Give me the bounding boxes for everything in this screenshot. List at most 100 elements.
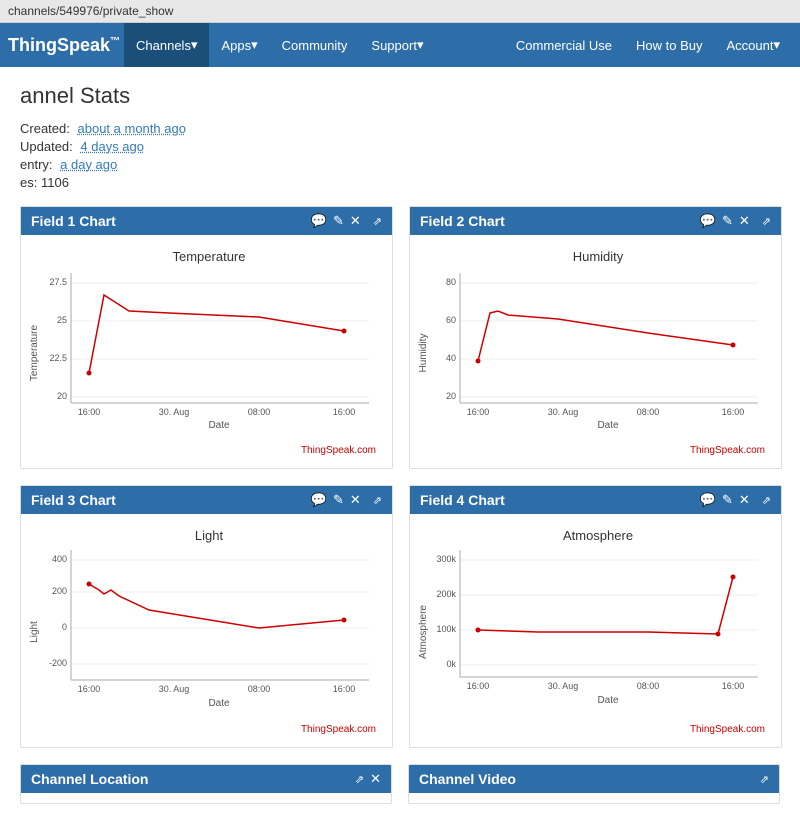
field2-chart-title: Field 2 Chart bbox=[420, 213, 505, 229]
channel-location-title: Channel Location bbox=[31, 771, 148, 787]
field4-expand-icon[interactable]: ⇗ bbox=[762, 494, 771, 507]
channel-location-expand-icon[interactable]: ⇗ bbox=[355, 773, 364, 786]
field2-comment-icon[interactable]: 💬 bbox=[700, 213, 716, 229]
brand-logo[interactable]: ThingSpeak™ bbox=[8, 35, 120, 56]
svg-text:16:00: 16:00 bbox=[467, 681, 490, 691]
field1-chart-body: Temperature Temperature 27.5 25 22.5 20 bbox=[21, 235, 392, 468]
channel-video-card: Channel Video ⇗ bbox=[408, 764, 780, 804]
channel-video-expand-icon[interactable]: ⇗ bbox=[760, 773, 769, 786]
svg-text:20: 20 bbox=[446, 391, 456, 401]
svg-text:20: 20 bbox=[57, 391, 67, 401]
stat-entries-value: 1106 bbox=[41, 175, 69, 190]
svg-text:16:00: 16:00 bbox=[78, 407, 101, 417]
stat-updated-value[interactable]: 4 days ago bbox=[80, 139, 144, 154]
apps-dropdown-icon: ▾ bbox=[251, 37, 258, 53]
svg-text:30. Aug: 30. Aug bbox=[548, 407, 579, 417]
svg-text:Humidity: Humidity bbox=[418, 334, 429, 373]
channel-video-actions: ⇗ bbox=[760, 773, 769, 786]
page-title: annel Stats bbox=[20, 83, 780, 109]
field4-chart-actions: 💬 ✎ ✕ ⇗ bbox=[700, 492, 771, 508]
field4-chart-title: Field 4 Chart bbox=[420, 492, 505, 508]
nav-apps[interactable]: Apps ▾ bbox=[209, 23, 269, 67]
nav-how-to-buy[interactable]: How to Buy bbox=[624, 23, 714, 67]
nav-channels[interactable]: Channels ▾ bbox=[124, 23, 209, 67]
field3-comment-icon[interactable]: 💬 bbox=[311, 492, 327, 508]
svg-text:08:00: 08:00 bbox=[637, 681, 660, 691]
bottom-cards-grid: Channel Location ⇗ ✕ Channel Video ⇗ bbox=[20, 764, 780, 804]
svg-text:Light: Light bbox=[29, 621, 40, 643]
field1-chart-actions: 💬 ✎ ✕ ⇗ bbox=[311, 213, 382, 229]
navbar-right: Commercial Use How to Buy Account ▾ bbox=[504, 23, 792, 67]
stat-entries: es: 1106 bbox=[20, 175, 780, 190]
field2-chart-actions: 💬 ✎ ✕ ⇗ bbox=[700, 213, 771, 229]
svg-text:22.5: 22.5 bbox=[49, 353, 67, 363]
nav-commercial-use[interactable]: Commercial Use bbox=[504, 23, 624, 67]
field2-edit-icon[interactable]: ✎ bbox=[722, 213, 733, 229]
svg-text:200k: 200k bbox=[436, 589, 456, 599]
field1-chart-header: Field 1 Chart 💬 ✎ ✕ ⇗ bbox=[21, 207, 392, 235]
nav-community[interactable]: Community bbox=[270, 23, 360, 67]
navbar: ThingSpeak™ Channels ▾ Apps ▾ Community … bbox=[0, 23, 800, 67]
svg-text:0k: 0k bbox=[446, 659, 456, 669]
svg-text:30. Aug: 30. Aug bbox=[159, 407, 190, 417]
account-dropdown-icon: ▾ bbox=[773, 37, 780, 53]
field2-expand-icon[interactable]: ⇗ bbox=[762, 215, 771, 228]
channel-stats: Created: about a month ago Updated: 4 da… bbox=[20, 121, 780, 190]
svg-text:Temperature: Temperature bbox=[29, 324, 40, 381]
url-text: channels/549976/private_show bbox=[8, 4, 173, 18]
field3-expand-icon[interactable]: ⇗ bbox=[373, 494, 382, 507]
field2-chart-card: Field 2 Chart 💬 ✎ ✕ ⇗ Humidity Humidity … bbox=[409, 206, 782, 469]
svg-text:25: 25 bbox=[57, 315, 67, 325]
field2-thingspeak-label: ThingSpeak.com bbox=[418, 443, 773, 460]
field3-chart-card: Field 3 Chart 💬 ✎ ✕ ⇗ Light Light 400 20… bbox=[20, 485, 393, 748]
channels-dropdown-icon: ▾ bbox=[191, 37, 198, 53]
channel-video-title: Channel Video bbox=[419, 771, 516, 787]
stat-last-entry: entry: a day ago bbox=[20, 157, 780, 172]
svg-text:Date: Date bbox=[208, 420, 230, 431]
stat-last-entry-value[interactable]: a day ago bbox=[60, 157, 117, 172]
svg-text:Date: Date bbox=[208, 698, 230, 709]
field4-close-icon[interactable]: ✕ bbox=[739, 492, 750, 508]
field1-expand-icon[interactable]: ⇗ bbox=[373, 215, 382, 228]
nav-support[interactable]: Support ▾ bbox=[359, 23, 435, 67]
stat-created-value[interactable]: about a month ago bbox=[78, 121, 186, 136]
svg-text:Humidity: Humidity bbox=[573, 249, 624, 264]
field2-close-icon[interactable]: ✕ bbox=[739, 213, 750, 229]
field3-svg: Light Light 400 200 0 -200 16:00 30. Aug… bbox=[29, 522, 384, 722]
field4-chart-header: Field 4 Chart 💬 ✎ ✕ ⇗ bbox=[410, 486, 781, 514]
svg-text:30. Aug: 30. Aug bbox=[159, 684, 190, 694]
field1-comment-icon[interactable]: 💬 bbox=[311, 213, 327, 229]
page-content: annel Stats Created: about a month ago U… bbox=[0, 67, 800, 823]
field3-thingspeak-label: ThingSpeak.com bbox=[29, 722, 384, 739]
stat-updated-label: Updated: bbox=[20, 139, 73, 154]
svg-text:200: 200 bbox=[52, 586, 67, 596]
svg-text:08:00: 08:00 bbox=[248, 684, 271, 694]
field3-close-icon[interactable]: ✕ bbox=[350, 492, 361, 508]
stat-created: Created: about a month ago bbox=[20, 121, 780, 136]
field3-chart-title: Field 3 Chart bbox=[31, 492, 116, 508]
svg-text:100k: 100k bbox=[436, 624, 456, 634]
field2-svg: Humidity Humidity 80 60 40 20 16:00 30. … bbox=[418, 243, 773, 443]
field1-close-icon[interactable]: ✕ bbox=[350, 213, 361, 229]
channel-location-header: Channel Location ⇗ ✕ bbox=[21, 765, 391, 793]
field4-edit-icon[interactable]: ✎ bbox=[722, 492, 733, 508]
field3-chart-header: Field 3 Chart 💬 ✎ ✕ ⇗ bbox=[21, 486, 392, 514]
browser-address-bar: channels/549976/private_show bbox=[0, 0, 800, 23]
svg-text:Light: Light bbox=[195, 528, 224, 543]
field4-thingspeak-label: ThingSpeak.com bbox=[418, 722, 773, 739]
field1-edit-icon[interactable]: ✎ bbox=[333, 213, 344, 229]
svg-text:16:00: 16:00 bbox=[333, 684, 356, 694]
channel-location-close-icon[interactable]: ✕ bbox=[370, 771, 381, 787]
field4-chart-card: Field 4 Chart 💬 ✎ ✕ ⇗ Atmosphere Atmosph… bbox=[409, 485, 782, 748]
svg-text:Atmosphere: Atmosphere bbox=[418, 605, 429, 659]
channel-location-card: Channel Location ⇗ ✕ bbox=[20, 764, 392, 804]
svg-text:Atmosphere: Atmosphere bbox=[563, 528, 633, 543]
field3-edit-icon[interactable]: ✎ bbox=[333, 492, 344, 508]
channel-video-header: Channel Video ⇗ bbox=[409, 765, 779, 793]
stat-entries-label: es: bbox=[20, 175, 41, 190]
support-dropdown-icon: ▾ bbox=[417, 37, 424, 53]
field4-comment-icon[interactable]: 💬 bbox=[700, 492, 716, 508]
field3-chart-actions: 💬 ✎ ✕ ⇗ bbox=[311, 492, 382, 508]
nav-account[interactable]: Account ▾ bbox=[714, 23, 792, 67]
stat-updated: Updated: 4 days ago bbox=[20, 139, 780, 154]
